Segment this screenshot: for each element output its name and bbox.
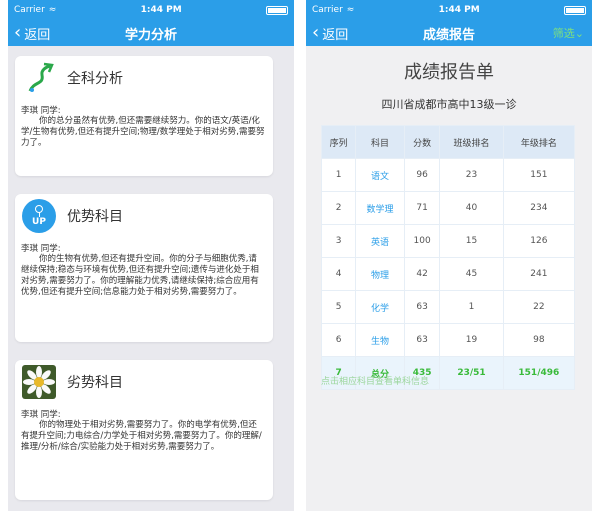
card-body: 你的生物有优势,但还有提升空间。你的分子与细胞优秀,请继续保持;稳态与环境有优势… xyxy=(21,254,259,297)
cell-subject[interactable]: 数学理 xyxy=(355,191,405,225)
cell-subject[interactable]: 语文 xyxy=(355,158,405,192)
card-overall-analysis[interactable]: 全科分析 李琪 同学: 你的总分虽然有优势,但还需要继续努力。你的语文/英语/化… xyxy=(15,56,273,176)
wifi-icon: ≈ xyxy=(48,5,57,15)
cell-grade-rank: 98 xyxy=(502,323,576,357)
cell-class-rank: 19 xyxy=(439,323,504,357)
nav-bar: ‹ 返回 成绩报告 筛选⌄ xyxy=(306,20,592,46)
table-row[interactable]: 6 生物 63 19 98 xyxy=(320,323,576,357)
learning-analysis-screen: Carrier ≈ 1:44 PM ‹ 返回 学力分析 全科分析 李琪 同学: … xyxy=(8,0,294,511)
card-title: 优势科目 xyxy=(67,209,123,225)
card-weak-subjects[interactable]: 劣势科目 李琪 同学: 你的物理处于相对劣势,需要努力了。你的电学有优势,但还有… xyxy=(15,360,273,500)
cell-index: 5 xyxy=(320,290,357,324)
back-label: 返回 xyxy=(24,27,51,43)
hint-text: 点击相应科目查看单科信息 xyxy=(321,377,430,387)
cell-score: 96 xyxy=(403,158,441,192)
student-name: 李琪 同学: xyxy=(21,106,61,116)
student-name: 李琪 同学: xyxy=(21,244,61,254)
column-header: 序列 xyxy=(320,125,357,159)
cell-index: 3 xyxy=(320,224,357,258)
arrow-trend-icon xyxy=(21,60,57,96)
cell-subject[interactable]: 英语 xyxy=(355,224,405,258)
exam-name: 四川省成都市高中13级一诊 xyxy=(381,98,517,111)
status-bar: Carrier ≈ 1:44 PM xyxy=(306,0,592,20)
filter-button[interactable]: 筛选⌄ xyxy=(553,25,584,41)
report-title: 成绩报告单 xyxy=(404,62,494,83)
chevron-left-icon: ‹ xyxy=(14,22,22,43)
cell-score: 42 xyxy=(403,257,441,291)
card-body: 你的总分虽然有优势,但还需要继续努力。你的语文/英语/化学/生物有优势,但还有提… xyxy=(21,116,265,148)
filter-label: 筛选 xyxy=(552,27,575,40)
cell-grade-rank: 22 xyxy=(502,290,576,324)
cell-class-rank: 40 xyxy=(439,191,504,225)
cell-grade-rank: 126 xyxy=(502,224,576,258)
card-body: 你的物理处于相对劣势,需要努力了。你的电学有优势,但还有提升空间;力电综合/力学… xyxy=(21,420,262,452)
column-header: 分数 xyxy=(403,125,441,159)
page-title: 学力分析 xyxy=(124,27,177,43)
cell-grade-rank: 151/496 xyxy=(502,356,576,390)
cell-score: 100 xyxy=(403,224,441,258)
page-title: 成绩报告 xyxy=(422,27,475,43)
table-row[interactable]: 4 物理 42 45 241 xyxy=(320,257,576,291)
cell-grade-rank: 234 xyxy=(502,191,576,225)
back-button[interactable]: ‹ 返回 xyxy=(8,24,50,43)
grade-report-screen: Carrier ≈ 1:44 PM ‹ 返回 成绩报告 筛选⌄ 成绩报告单 四川… xyxy=(306,0,592,511)
cell-index: 2 xyxy=(320,191,357,225)
nav-bar: ‹ 返回 学力分析 xyxy=(8,20,294,46)
card-title: 全科分析 xyxy=(67,71,123,87)
chevron-left-icon: ‹ xyxy=(312,22,320,43)
cell-grade-rank: 241 xyxy=(502,257,576,291)
cell-index: 6 xyxy=(320,323,357,357)
cell-subject[interactable]: 生物 xyxy=(355,323,405,357)
cell-class-rank: 23/51 xyxy=(439,356,504,390)
table-row[interactable]: 3 英语 100 15 126 xyxy=(320,224,576,258)
column-header: 科目 xyxy=(355,125,405,159)
cell-index: 4 xyxy=(320,257,357,291)
cell-subject[interactable]: 物理 xyxy=(355,257,405,291)
wifi-icon: ≈ xyxy=(346,5,355,15)
clock: 1:44 PM xyxy=(140,5,182,15)
table-row[interactable]: 5 化学 63 1 22 xyxy=(320,290,576,324)
chevron-down-icon: ⌄ xyxy=(574,27,584,40)
carrier-label: Carrier xyxy=(312,5,343,15)
cell-score: 63 xyxy=(403,323,441,357)
column-header: 年级排名 xyxy=(502,125,576,159)
battery-icon xyxy=(266,5,288,15)
battery-icon xyxy=(564,5,586,15)
up-icon: UP xyxy=(21,198,57,234)
cell-score: 63 xyxy=(403,290,441,324)
table-row[interactable]: 2 数学理 71 40 234 xyxy=(320,191,576,225)
back-button[interactable]: ‹ 返回 xyxy=(306,24,348,43)
grades-table: 序列 科目 分数 班级排名 年级排名 1 语文 96 23 151 2 数学理 … xyxy=(320,125,576,390)
column-header: 班级排名 xyxy=(439,125,504,159)
cell-class-rank: 15 xyxy=(439,224,504,258)
table-row[interactable]: 1 语文 96 23 151 xyxy=(320,158,576,192)
student-name: 李琪 同学: xyxy=(21,410,61,420)
cell-index: 1 xyxy=(320,158,357,192)
daisy-icon xyxy=(21,364,57,400)
carrier-label: Carrier xyxy=(14,5,45,15)
cell-class-rank: 23 xyxy=(439,158,504,192)
cell-class-rank: 45 xyxy=(439,257,504,291)
card-title: 劣势科目 xyxy=(67,375,123,391)
cell-score: 71 xyxy=(403,191,441,225)
back-label: 返回 xyxy=(322,27,349,43)
cell-grade-rank: 151 xyxy=(502,158,576,192)
card-strong-subjects[interactable]: UP 优势科目 李琪 同学: 你的生物有优势,但还有提升空间。你的分子与细胞优秀… xyxy=(15,194,273,342)
cell-subject[interactable]: 化学 xyxy=(355,290,405,324)
status-bar: Carrier ≈ 1:44 PM xyxy=(8,0,294,20)
cell-class-rank: 1 xyxy=(439,290,504,324)
clock: 1:44 PM xyxy=(438,5,480,15)
table-header-row: 序列 科目 分数 班级排名 年级排名 xyxy=(320,125,576,159)
